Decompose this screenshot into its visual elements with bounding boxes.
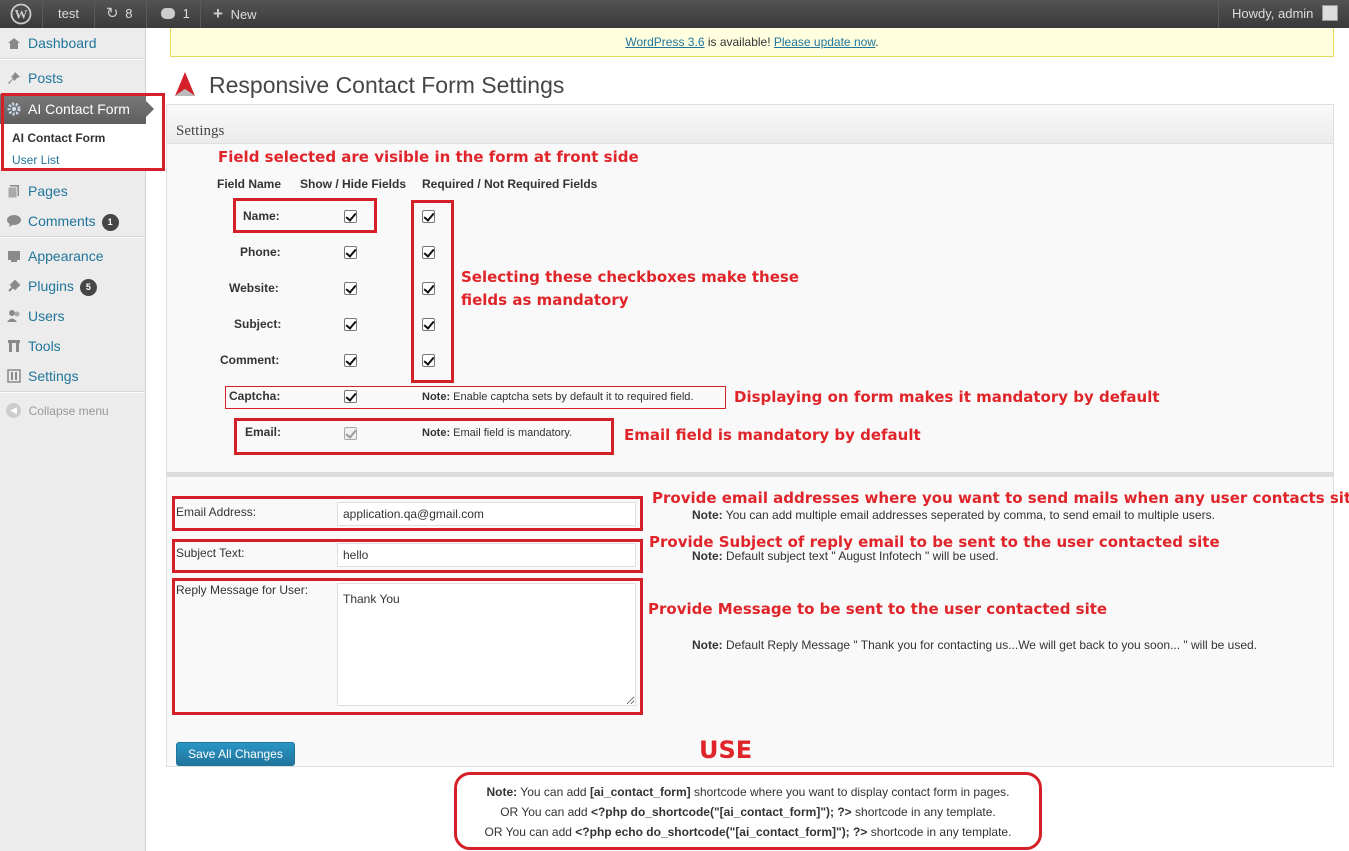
- column-required: Required / Not Required Fields: [422, 177, 598, 191]
- plugin-icon: [8, 279, 21, 292]
- collapse-label: Collapse menu: [28, 403, 109, 418]
- field-label-comment: Comment:: [220, 353, 280, 367]
- collapse-arrow-icon: ◀: [6, 403, 21, 419]
- annotation-email-address: Provide email addresses where you want t…: [652, 489, 1349, 507]
- annotation-box-menu: [1, 93, 165, 171]
- field-label-phone: Phone:: [240, 245, 281, 259]
- tools-icon: [8, 340, 20, 352]
- sidebar-item-label: Settings: [28, 368, 79, 384]
- email-address-input[interactable]: [337, 502, 636, 526]
- update-now-link[interactable]: Please update now: [774, 35, 875, 49]
- sidebar-item-pages[interactable]: Pages: [0, 176, 145, 206]
- refresh-icon: ↻: [106, 5, 119, 22]
- annotation-fields-visible: Field selected are visible in the form a…: [218, 148, 639, 166]
- pages-icon: [7, 185, 19, 199]
- annotation-captcha: Displaying on form makes it mandatory by…: [734, 388, 1160, 406]
- show-checkbox-comment[interactable]: [344, 354, 357, 367]
- annotation-email: Email field is mandatory by default: [624, 426, 921, 444]
- usage-line-3: OR You can add <?php echo do_shortcode("…: [484, 825, 1012, 839]
- subject-text-label: Subject Text:: [176, 546, 245, 560]
- notice-text: is available!: [704, 35, 774, 49]
- sidebar-item-posts[interactable]: Posts: [0, 63, 145, 93]
- howdy-text: Howdy, admin: [1232, 6, 1314, 21]
- sidebar-item-label: Posts: [28, 70, 64, 86]
- users-icon: [7, 310, 20, 322]
- annotation-box-name-row: [233, 198, 377, 233]
- save-all-changes-button[interactable]: Save All Changes: [176, 742, 295, 766]
- email-note: Note: Email field is mandatory.: [422, 427, 573, 439]
- comments-badge: 1: [101, 214, 119, 231]
- sidebar-item-plugins[interactable]: Plugins 5: [0, 271, 145, 301]
- email-address-note: Note: You can add multiple email address…: [692, 508, 1215, 522]
- usage-line-2: OR You can add <?php do_shortcode("[ai_c…: [500, 805, 996, 819]
- plus-icon: +: [213, 4, 223, 23]
- appearance-icon: [8, 251, 20, 262]
- column-field-name: Field Name: [217, 177, 282, 191]
- comment-icon: [7, 215, 21, 227]
- plugin-logo-icon: [175, 72, 195, 96]
- show-checkbox-phone[interactable]: [344, 246, 357, 259]
- field-label-captcha: Captcha:: [229, 389, 281, 403]
- pin-icon: [8, 72, 20, 84]
- my-account-link[interactable]: Howdy, admin: [1232, 0, 1339, 28]
- usage-line-1: Note: You can add [ai_contact_form] shor…: [486, 785, 1010, 799]
- dashboard-icon: [8, 38, 20, 49]
- sidebar-item-label: Pages: [28, 183, 68, 199]
- show-checkbox-email-disabled: [344, 427, 357, 440]
- field-label-subject: Subject:: [234, 317, 282, 331]
- updates-count: 8: [125, 6, 133, 21]
- comment-bubble-icon: [161, 8, 175, 19]
- sidebar-item-appearance[interactable]: Appearance: [0, 241, 145, 271]
- sidebar-item-tools[interactable]: Tools: [0, 331, 145, 361]
- sidebar-item-label: Plugins 5: [28, 271, 97, 301]
- plugins-badge: 5: [79, 279, 97, 296]
- collapse-menu-button[interactable]: ◀ Collapse menu: [6, 402, 109, 419]
- show-checkbox-website[interactable]: [344, 282, 357, 295]
- annotation-box-required-column: [411, 200, 454, 383]
- subject-text-note: Note: Default subject text " August Info…: [692, 549, 999, 563]
- sidebar-item-label: Users: [28, 308, 65, 324]
- subject-text-input[interactable]: [337, 543, 636, 567]
- captcha-note: Note: Enable captcha sets by default it …: [422, 391, 694, 403]
- notice-period: .: [875, 35, 879, 49]
- sidebar-item-settings[interactable]: Settings: [0, 361, 145, 391]
- annotation-mandatory-line1: Selecting these checkboxes make these: [461, 268, 799, 286]
- admin-bar: W test ↻ 8 1 + New Howdy, admin: [0, 0, 1349, 28]
- field-label-email: Email:: [245, 425, 282, 439]
- comments-link[interactable]: 1: [161, 0, 190, 28]
- wordpress-version-link[interactable]: WordPress 3.6: [625, 35, 704, 49]
- sidebar-item-label: Tools: [28, 338, 61, 354]
- reply-message-label: Reply Message for User:: [176, 583, 309, 597]
- show-checkbox-subject[interactable]: [344, 318, 357, 331]
- sidebar-item-label: Appearance: [28, 248, 104, 264]
- annotation-mandatory-line2: fields as mandatory: [461, 291, 629, 309]
- page-title: Responsive Contact Form Settings: [209, 72, 565, 98]
- avatar: [1322, 5, 1339, 21]
- reply-message-note: Note: Default Reply Message " Thank you …: [692, 638, 1258, 652]
- settings-heading: Settings: [176, 123, 225, 139]
- site-name-link[interactable]: test: [58, 0, 79, 28]
- svg-text:W: W: [15, 7, 28, 22]
- sidebar-item-comments[interactable]: Comments 1: [0, 206, 145, 236]
- email-address-label: Email Address:: [176, 505, 257, 519]
- new-content-link[interactable]: + New: [213, 0, 257, 28]
- wordpress-logo-icon[interactable]: W: [10, 0, 32, 28]
- settings-icon: [7, 369, 21, 383]
- new-label: New: [230, 7, 257, 22]
- annotation-message: Provide Message to be sent to the user c…: [648, 600, 1108, 618]
- update-notice: WordPress 3.6 is available! Please updat…: [170, 28, 1334, 57]
- sidebar-item-label: Dashboard: [28, 35, 97, 51]
- column-show-hide: Show / Hide Fields: [300, 177, 407, 191]
- reply-message-textarea[interactable]: Thank You: [337, 583, 636, 706]
- show-checkbox-captcha[interactable]: [344, 390, 357, 403]
- settings-panel-header: Settings: [166, 104, 1334, 144]
- annotation-use: USE: [699, 736, 753, 764]
- comments-count: 1: [182, 6, 190, 21]
- sidebar-item-dashboard[interactable]: Dashboard: [0, 28, 145, 58]
- sidebar-item-users[interactable]: Users: [0, 301, 145, 331]
- sidebar-item-label: Comments 1: [28, 206, 119, 236]
- field-label-website: Website:: [229, 281, 279, 295]
- updates-link[interactable]: ↻ 8: [106, 0, 132, 28]
